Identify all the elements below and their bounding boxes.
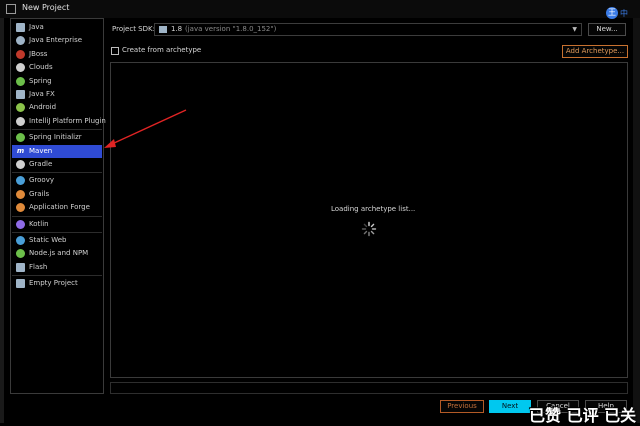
annotation-arrow	[104, 109, 187, 148]
watermark-text: 已赞 已评 已关	[529, 406, 637, 425]
